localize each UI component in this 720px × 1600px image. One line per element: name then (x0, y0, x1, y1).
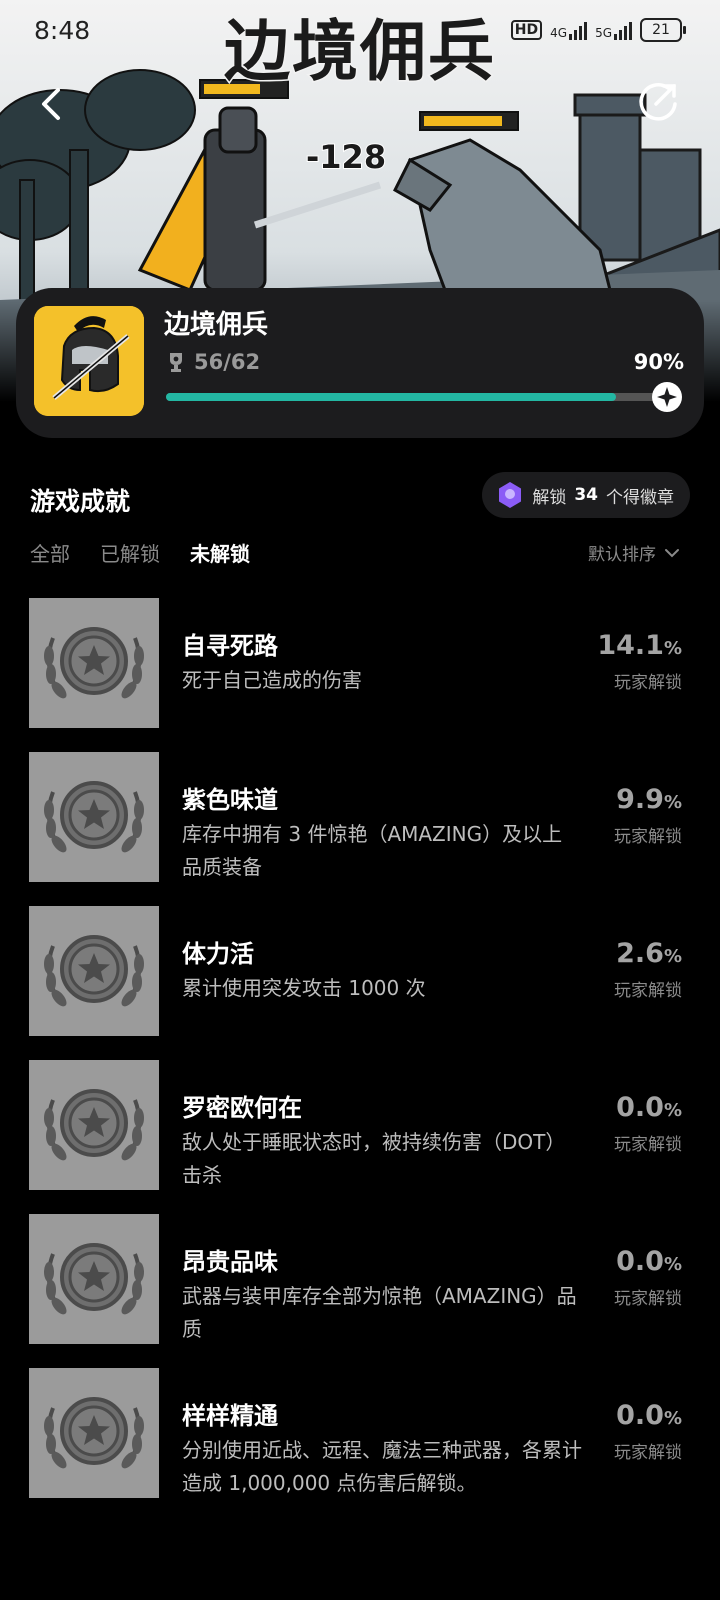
battery-icon: 21 (640, 18, 686, 42)
achievement-description: 死于自己造成的伤害 (182, 668, 362, 692)
achievement-percent-unit: % (663, 792, 682, 813)
status-bar: 8:48 HD 4G 5G 21 (0, 0, 720, 66)
achievement-item[interactable]: 体力活 累计使用突发攻击 1000 次 2.6% 玩家解锁 (0, 906, 720, 1060)
achievement-percent-unit: % (663, 638, 682, 659)
back-button[interactable] (32, 84, 72, 124)
progress-count-text: 56/62 (194, 350, 261, 374)
achievement-unlock-label: 玩家解锁 (614, 673, 682, 693)
sort-dropdown[interactable]: 默认排序 (588, 540, 680, 565)
achievement-percent-value: 14.1 (597, 630, 664, 661)
spartan-helmet-icon (34, 306, 144, 416)
achievement-percent: 9.9% (616, 784, 682, 815)
achievement-description: 累计使用突发攻击 1000 次 (182, 976, 426, 1000)
achievement-percent: 2.6% (616, 938, 682, 969)
achievement-medal (29, 752, 159, 882)
achievement-percent: 0.0% (616, 1246, 682, 1277)
achievement-medal (29, 1214, 159, 1344)
achievement-title: 体力活 (182, 940, 254, 968)
share-button[interactable] (638, 80, 680, 122)
achievement-description: 敌人处于睡眠状态时，被持续伤害（DOT）击杀 (182, 1130, 566, 1187)
badge-suffix: 个得徽章 (606, 487, 674, 508)
achievement-title: 自寻死路 (182, 632, 278, 660)
achievement-item[interactable]: 紫色味道 库存中拥有 3 件惊艳（AMAZING）及以上品质装备 9.9% 玩家… (0, 752, 720, 906)
achievement-description: 库存中拥有 3 件惊艳（AMAZING）及以上品质装备 (182, 822, 563, 879)
locked-medal-icon (44, 627, 144, 699)
share-icon (639, 83, 677, 121)
achievement-medal (29, 906, 159, 1036)
achievement-percent-unit: % (663, 1254, 682, 1275)
achievement-item[interactable]: 自寻死路 死于自己造成的伤害 14.1% 玩家解锁 (0, 598, 720, 752)
achievement-title: 样样精通 (182, 1402, 278, 1430)
game-card[interactable]: 边境佣兵 56/62 90% (16, 288, 704, 438)
status-time: 8:48 (34, 16, 91, 45)
achievement-medal (29, 598, 159, 728)
damage-number: -128 (305, 137, 387, 177)
achievement-description: 武器与装甲库存全部为惊艳（AMAZING）品质 (182, 1284, 577, 1341)
game-icon (34, 306, 144, 416)
locked-medal-icon (44, 935, 144, 1007)
achievement-item[interactable]: 样样精通 分别使用近战、远程、魔法三种武器，各累计造成 1,000,000 点伤… (0, 1368, 720, 1522)
achievement-unlock-label: 玩家解锁 (614, 1289, 682, 1309)
achievement-medal (29, 1368, 159, 1498)
achievement-title: 紫色味道 (182, 786, 278, 814)
locked-medal-icon (44, 1243, 144, 1315)
locked-medal-icon (44, 1397, 144, 1469)
achievement-unlock-label: 玩家解锁 (614, 981, 682, 1001)
signal-5g-icon: 5G (595, 20, 632, 40)
badge-count: 34 (574, 485, 598, 505)
achievement-percent-unit: % (663, 1100, 682, 1121)
achievement-unlock-label: 玩家解锁 (614, 1135, 682, 1155)
progress-fill (166, 393, 616, 401)
achievement-percent: 0.0% (616, 1092, 682, 1123)
progress-percent: 90% (633, 350, 684, 374)
tab-all[interactable]: 全部 (30, 538, 70, 567)
achievement-percent-value: 0.0 (616, 1092, 664, 1123)
achievement-percent-value: 0.0 (616, 1400, 664, 1431)
hd-badge: HD (510, 20, 543, 40)
achievement-medal (29, 1060, 159, 1190)
achievement-unlock-label: 玩家解锁 (614, 827, 682, 847)
trophy-icon (170, 353, 182, 372)
sort-label: 默认排序 (588, 545, 656, 565)
unlock-badge-button[interactable]: 解锁 34 个得徽章 (482, 472, 690, 518)
progress-track (166, 393, 666, 401)
locked-medal-icon (44, 1089, 144, 1161)
achievement-percent-unit: % (663, 1408, 682, 1429)
svg-text:-128: -128 (306, 138, 386, 176)
tab-unlocked[interactable]: 已解锁 (100, 538, 160, 567)
achievement-description: 分别使用近战、远程、魔法三种武器，各累计造成 1,000,000 点伤害后解锁。 (182, 1438, 582, 1495)
achievement-title: 昂贵品味 (182, 1248, 278, 1276)
badge-prefix: 解锁 (532, 487, 567, 508)
achievement-list: 自寻死路 死于自己造成的伤害 14.1% 玩家解锁 紫色味道 库存中拥有 3 件… (0, 598, 720, 1522)
badge-icon (499, 482, 522, 508)
progress-star-badge (652, 382, 682, 412)
achievement-unlock-label: 玩家解锁 (614, 1443, 682, 1463)
progress-count: 56/62 (166, 350, 260, 374)
achievement-item[interactable]: 昂贵品味 武器与装甲库存全部为惊艳（AMAZING）品质 0.0% 玩家解锁 (0, 1214, 720, 1368)
chevron-down-icon (665, 548, 679, 557)
achievement-percent-unit: % (663, 946, 682, 967)
achievement-percent-value: 9.9 (616, 784, 664, 815)
achievement-title: 罗密欧何在 (182, 1094, 302, 1122)
filter-tabs: 全部 已解锁 未解锁 (30, 538, 250, 567)
locked-medal-icon (44, 781, 144, 853)
achievement-percent: 0.0% (616, 1400, 682, 1431)
achievement-item[interactable]: 罗密欧何在 敌人处于睡眠状态时，被持续伤害（DOT）击杀 0.0% 玩家解锁 (0, 1060, 720, 1214)
achievement-percent-value: 0.0 (616, 1246, 664, 1277)
game-name: 边境佣兵 (164, 310, 269, 340)
achievements-title: 游戏成就 (30, 487, 131, 516)
tab-locked[interactable]: 未解锁 (190, 538, 250, 567)
achievement-percent-value: 2.6 (616, 938, 664, 969)
achievement-percent: 14.1% (597, 630, 682, 661)
chevron-left-icon (42, 88, 60, 120)
sparkle-icon (657, 387, 677, 407)
status-icons: HD 4G 5G 21 (510, 18, 686, 42)
signal-4g-icon: 4G (550, 20, 588, 40)
